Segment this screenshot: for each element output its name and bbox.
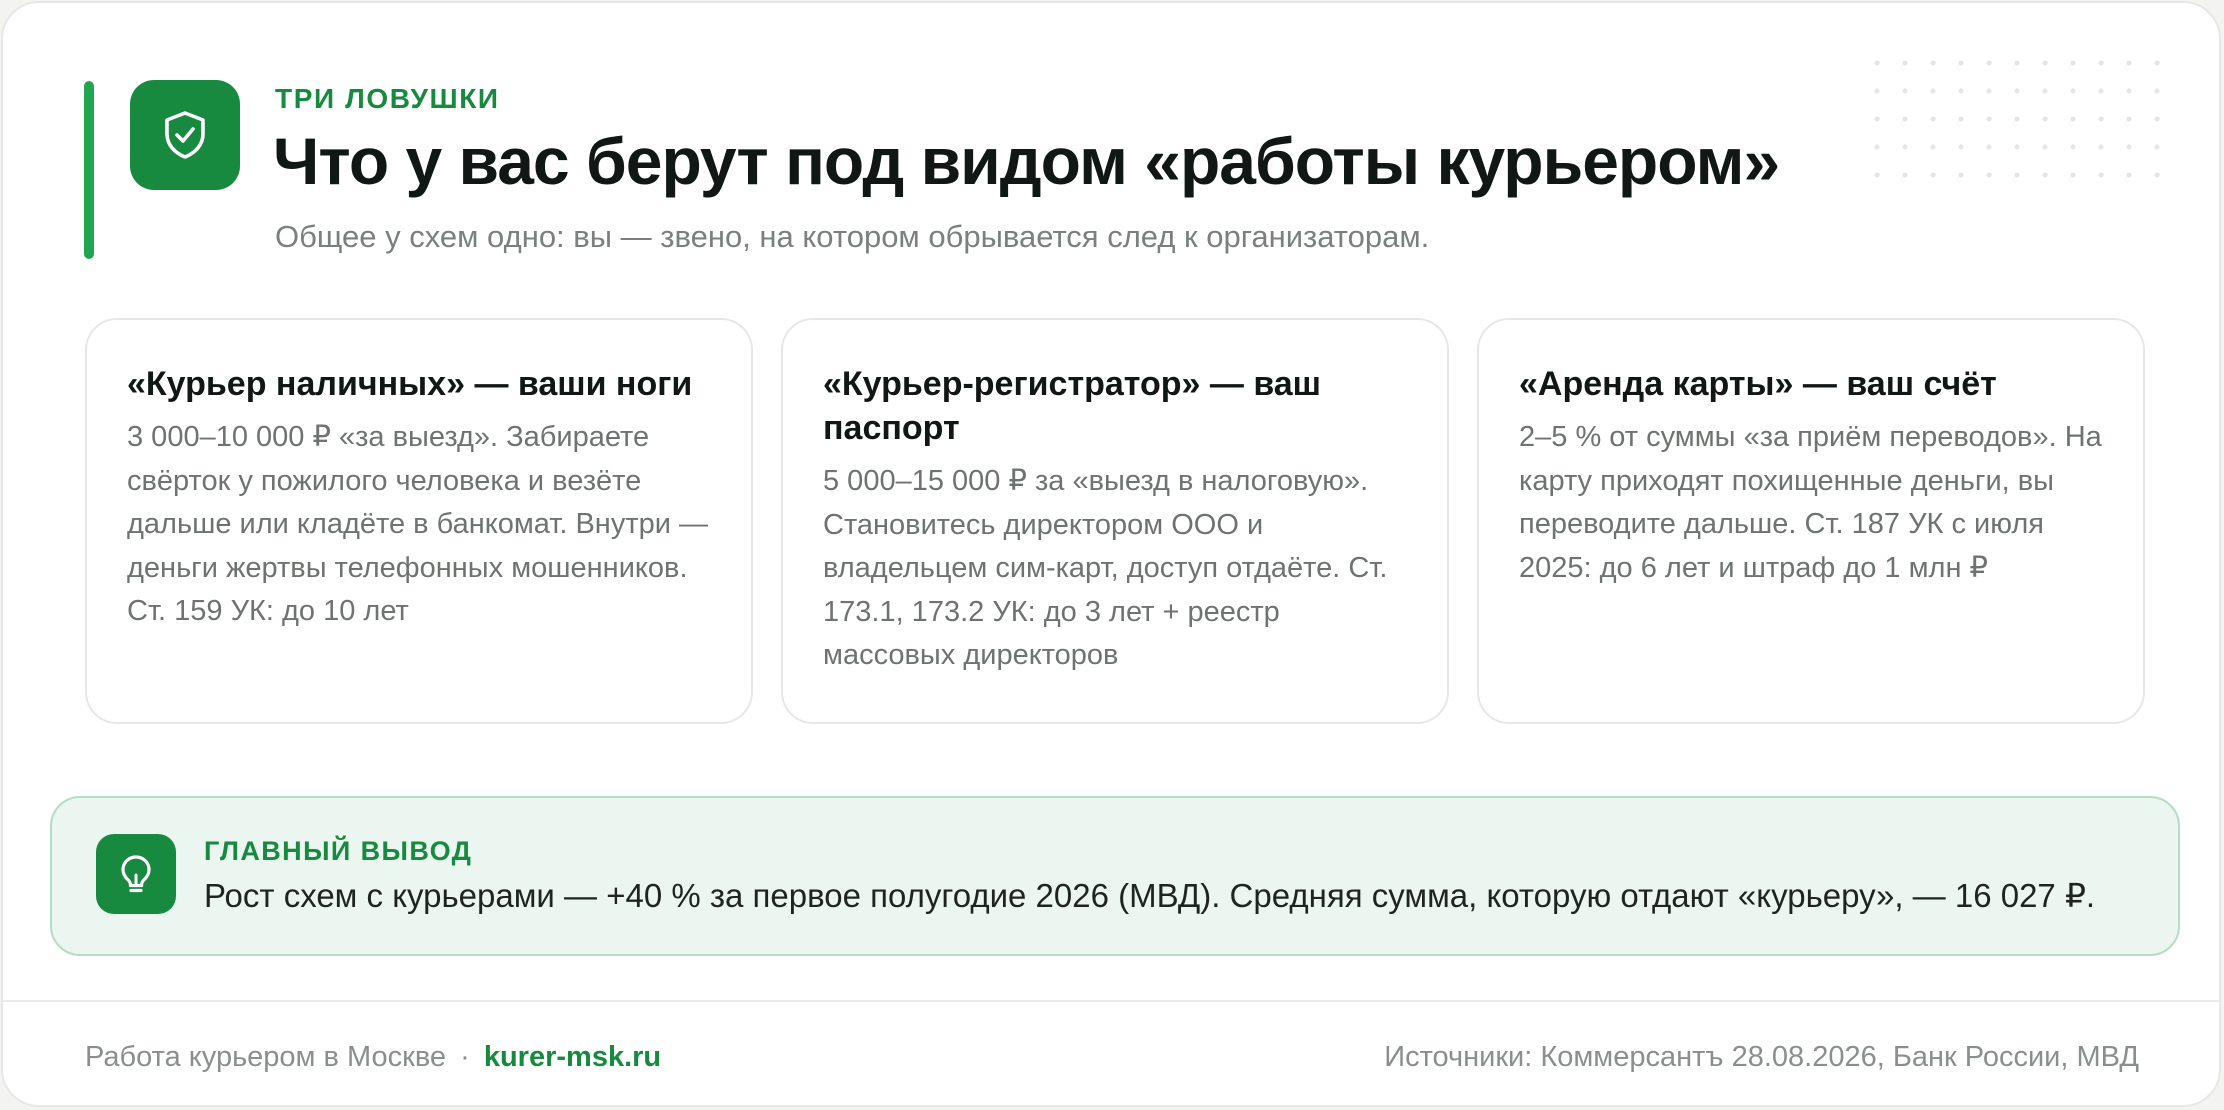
footer-separator: · xyxy=(460,1041,470,1073)
scheme-description: 5 000–15 000 ₽ за «выезд в налоговую». С… xyxy=(823,465,1388,671)
header-eyebrow: ТРИ ЛОВУШКИ xyxy=(275,83,500,114)
takeaway-label: ГЛАВНЫЙ ВЫВОД xyxy=(204,836,473,866)
dot-grid-decoration xyxy=(1863,49,2163,189)
footer-branding: Работа курьером в Москве · kurer-msk.ru xyxy=(85,1041,661,1074)
takeaway-text: Рост схем с курьерами — +40 % за первое … xyxy=(204,877,2096,914)
scheme-description: 3 000–10 000 ₽ «за выезд». Забираете свё… xyxy=(127,421,708,627)
scheme-title: «Курьер-регистратор» — ваш паспорт xyxy=(823,365,1322,447)
lightbulb-icon xyxy=(96,834,176,914)
header-accent-bar xyxy=(84,81,94,259)
page-subtitle: Общее у схем одно: вы — звено, на которо… xyxy=(275,219,1430,254)
scheme-title: «Аренда карты» — ваш счёт xyxy=(1519,365,1997,403)
footer-sources: Источники: Коммерсантъ 28.08.2026, Банк … xyxy=(1384,1041,2139,1073)
page-title: Что у вас берут под видом «работы курьер… xyxy=(273,124,1780,198)
scheme-description: 2–5 % от суммы «за приём переводов». На … xyxy=(1519,421,2102,584)
main-takeaway-panel: ГЛАВНЫЙ ВЫВОД Рост схем с курьерами — +4… xyxy=(50,796,2180,956)
scheme-card-card-rental: «Аренда карты» — ваш счёт 2–5 % от суммы… xyxy=(1477,318,2145,724)
scheme-title: «Курьер наличных» — ваши ноги xyxy=(127,365,693,403)
footer-site-link[interactable]: kurer-msk.ru xyxy=(484,1041,661,1073)
footer-divider xyxy=(3,1000,2219,1002)
footer-site-name: Работа курьером в Москве xyxy=(85,1041,447,1073)
scheme-cards: «Курьер наличных» — ваши ноги 3 000–10 0… xyxy=(85,318,2145,724)
scheme-card-cash-courier: «Курьер наличных» — ваши ноги 3 000–10 0… xyxy=(85,318,753,724)
infographic-card: ТРИ ЛОВУШКИ Что у вас берут под видом «р… xyxy=(1,1,2221,1107)
scheme-card-registrar-courier: «Курьер-регистратор» — ваш паспорт 5 000… xyxy=(781,318,1449,724)
shield-check-icon xyxy=(130,80,240,190)
